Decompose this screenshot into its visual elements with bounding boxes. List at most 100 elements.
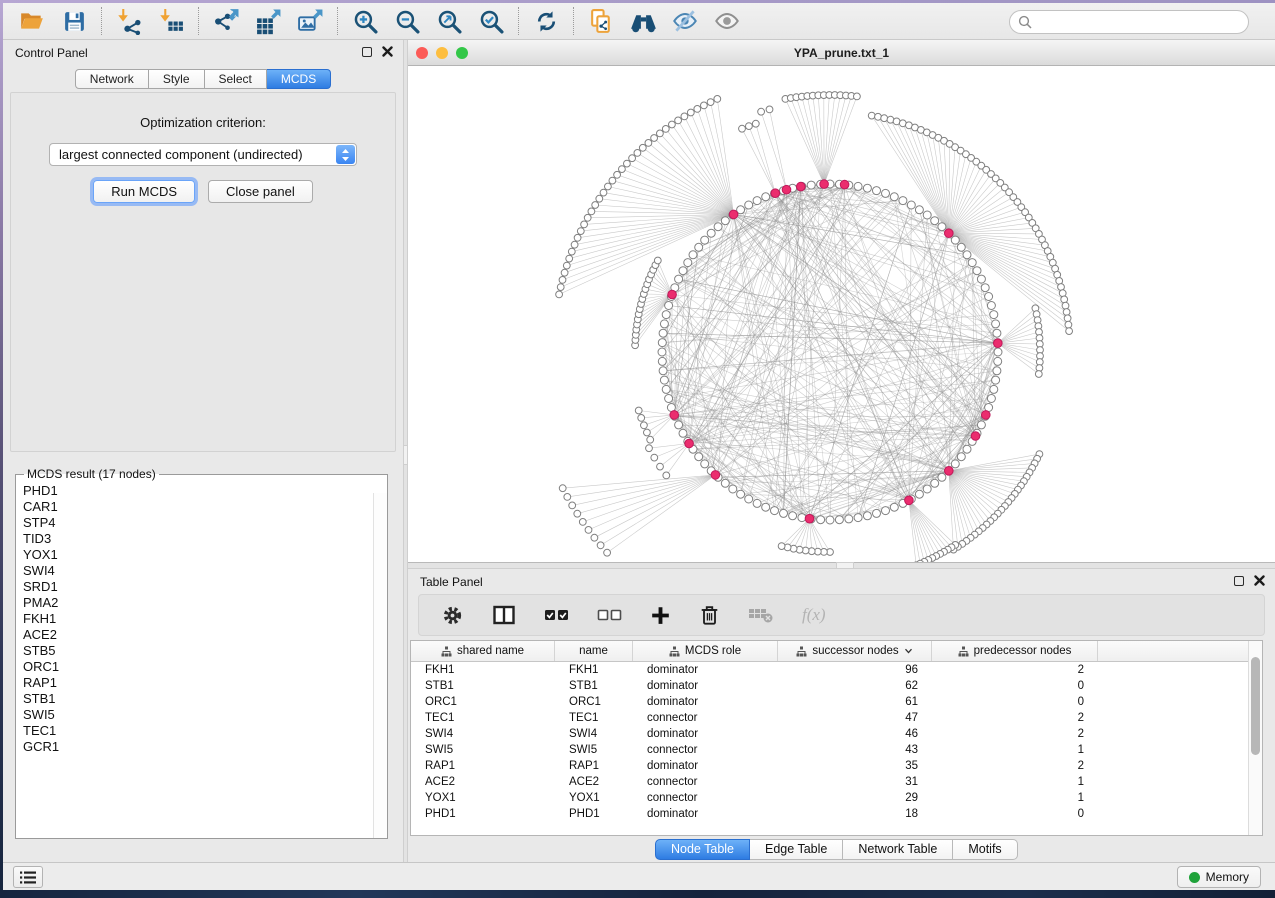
close-panel-button[interactable]: Close panel (208, 180, 313, 203)
table-cell[interactable]: connector (633, 744, 778, 756)
network-node[interactable] (591, 534, 598, 541)
network-node[interactable] (657, 130, 664, 137)
network-node[interactable] (662, 311, 670, 319)
network-node[interactable] (675, 275, 683, 283)
network-node[interactable] (657, 463, 664, 470)
network-node[interactable] (1061, 296, 1068, 303)
network-node[interactable] (845, 515, 853, 523)
network-node[interactable] (701, 460, 709, 468)
network-node[interactable] (721, 479, 729, 487)
network-node[interactable] (863, 184, 871, 192)
network-node[interactable] (881, 115, 888, 122)
network-node[interactable] (762, 193, 770, 201)
network-node[interactable] (588, 208, 595, 215)
table-row[interactable]: TEC1TEC1connector472 (411, 710, 1262, 726)
table-cell[interactable]: SWI4 (555, 728, 633, 740)
refresh-button[interactable] (525, 5, 567, 38)
network-node[interactable] (634, 150, 641, 157)
task-history-button[interactable] (13, 866, 43, 888)
mcds-result-item[interactable]: TEC1 (23, 723, 387, 739)
table-row[interactable]: PHD1PHD1dominator180 (411, 806, 1262, 822)
export-table-button[interactable] (247, 5, 289, 38)
close-panel-icon[interactable] (382, 46, 393, 57)
network-node[interactable] (651, 454, 658, 461)
table-cell[interactable]: FKH1 (411, 664, 555, 676)
network-node[interactable] (915, 490, 923, 498)
network-mcds-node[interactable] (729, 210, 738, 219)
tab-network[interactable]: Network (75, 69, 149, 89)
node-table[interactable]: shared namenameMCDS rolesuccessor nodesp… (410, 640, 1263, 836)
network-node[interactable] (579, 519, 586, 526)
network-node[interactable] (564, 494, 571, 501)
mcds-result-item[interactable]: PMA2 (23, 595, 387, 611)
table-cell[interactable]: 18 (778, 808, 932, 820)
table-cell[interactable]: dominator (633, 728, 778, 740)
table-row[interactable]: STB1STB1dominator620 (411, 678, 1262, 694)
network-node[interactable] (658, 339, 666, 347)
mcds-result-item[interactable]: YOX1 (23, 547, 387, 563)
zoom-selected-button[interactable] (470, 5, 512, 38)
network-node[interactable] (875, 113, 882, 120)
tab-select[interactable]: Select (205, 69, 267, 89)
network-node[interactable] (817, 516, 825, 524)
table-cell[interactable]: 31 (778, 776, 932, 788)
table-row[interactable]: FKH1FKH1dominator962 (411, 662, 1262, 678)
table-cell[interactable]: PHD1 (411, 808, 555, 820)
network-node[interactable] (753, 197, 761, 205)
network-mcds-node[interactable] (771, 189, 780, 198)
duplicate-network-button[interactable] (580, 5, 622, 38)
network-node[interactable] (985, 293, 993, 301)
table-cell[interactable]: ORC1 (411, 696, 555, 708)
table-row[interactable]: ACE2ACE2connector311 (411, 774, 1262, 790)
network-node[interactable] (563, 262, 570, 269)
network-node[interactable] (745, 495, 753, 503)
hide-selected-button[interactable] (664, 5, 706, 38)
network-node[interactable] (581, 221, 588, 228)
tab-edge-table[interactable]: Edge Table (750, 839, 843, 860)
network-mcds-node[interactable] (945, 467, 954, 476)
mcds-result-item[interactable]: TID3 (23, 531, 387, 547)
network-mcds-node[interactable] (994, 339, 1003, 348)
table-cell[interactable]: ACE2 (555, 776, 633, 788)
network-node[interactable] (963, 251, 971, 259)
network-node[interactable] (780, 509, 788, 517)
network-node[interactable] (854, 182, 862, 190)
network-window-titlebar[interactable]: YPA_prune.txt_1 (408, 40, 1275, 66)
criterion-dropdown[interactable]: largest connected component (undirected) (49, 143, 357, 166)
network-node[interactable] (644, 429, 651, 436)
table-settings-button[interactable] (441, 604, 464, 627)
network-node[interactable] (669, 121, 676, 128)
network-node[interactable] (714, 96, 721, 103)
table-cell[interactable]: 35 (778, 760, 932, 772)
tab-node-table[interactable]: Node Table (655, 839, 750, 860)
table-cell[interactable]: connector (633, 792, 778, 804)
network-node[interactable] (826, 516, 834, 524)
network-node[interactable] (556, 291, 563, 298)
table-cell[interactable]: ACE2 (411, 776, 555, 788)
show-all-button[interactable] (706, 5, 748, 38)
close-panel-icon[interactable] (1254, 575, 1265, 586)
network-node[interactable] (746, 123, 753, 130)
import-network-button[interactable] (108, 5, 150, 38)
network-node[interactable] (938, 473, 946, 481)
network-node[interactable] (689, 251, 697, 259)
table-cell[interactable]: dominator (633, 760, 778, 772)
network-node[interactable] (658, 357, 666, 365)
network-node[interactable] (968, 259, 976, 267)
network-node[interactable] (559, 277, 566, 284)
network-node[interactable] (665, 395, 673, 403)
network-node[interactable] (915, 206, 923, 214)
network-node[interactable] (662, 126, 669, 133)
network-node[interactable] (890, 193, 898, 201)
network-node[interactable] (624, 160, 631, 167)
table-cell[interactable]: 96 (778, 664, 932, 676)
column-header-mcds-role[interactable]: MCDS role (633, 641, 778, 661)
mcds-result-item[interactable]: ACE2 (23, 627, 387, 643)
network-node[interactable] (994, 357, 1002, 365)
mcds-result-list[interactable]: PHD1CAR1STP4TID3YOX1SWI4SRD1PMA2FKH1ACE2… (22, 482, 387, 755)
float-panel-icon[interactable] (1234, 576, 1244, 586)
network-node[interactable] (574, 510, 581, 517)
network-node[interactable] (990, 385, 998, 393)
show-column-selector-button[interactable] (492, 604, 516, 626)
mcds-result-item[interactable]: GCR1 (23, 739, 387, 755)
